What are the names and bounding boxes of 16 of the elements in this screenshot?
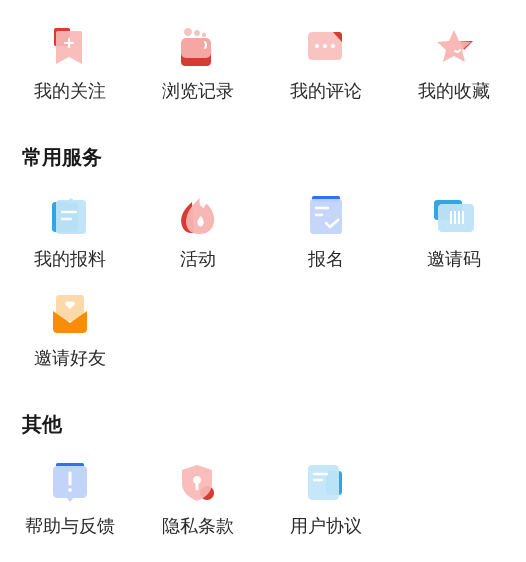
- menu-item-label[interactable]: 邀请码: [427, 247, 481, 273]
- envelope-heart-icon[interactable]: [50, 295, 90, 335]
- section-title: 其他: [21, 411, 64, 438]
- help-bubble-icon[interactable]: [50, 463, 90, 503]
- menu-item-label[interactable]: 邀请好友: [34, 346, 106, 372]
- menu-item-label[interactable]: 报名: [308, 247, 344, 273]
- menu-item-label[interactable]: 我的报料: [34, 247, 106, 273]
- menu-item-label[interactable]: 帮助与反馈: [25, 514, 115, 540]
- menu-item-label[interactable]: 我的关注: [34, 79, 106, 105]
- menu-item-label[interactable]: 隐私条款: [162, 514, 234, 540]
- menu-item-label[interactable]: 我的评论: [290, 79, 362, 105]
- menu-item-label[interactable]: 浏览记录: [162, 79, 234, 105]
- menu-item-label[interactable]: 用户协议: [290, 514, 362, 540]
- section-title: 常用服务: [21, 144, 103, 171]
- menu-item-label[interactable]: 活动: [180, 247, 216, 273]
- menu-item-label[interactable]: 我的收藏: [418, 79, 490, 105]
